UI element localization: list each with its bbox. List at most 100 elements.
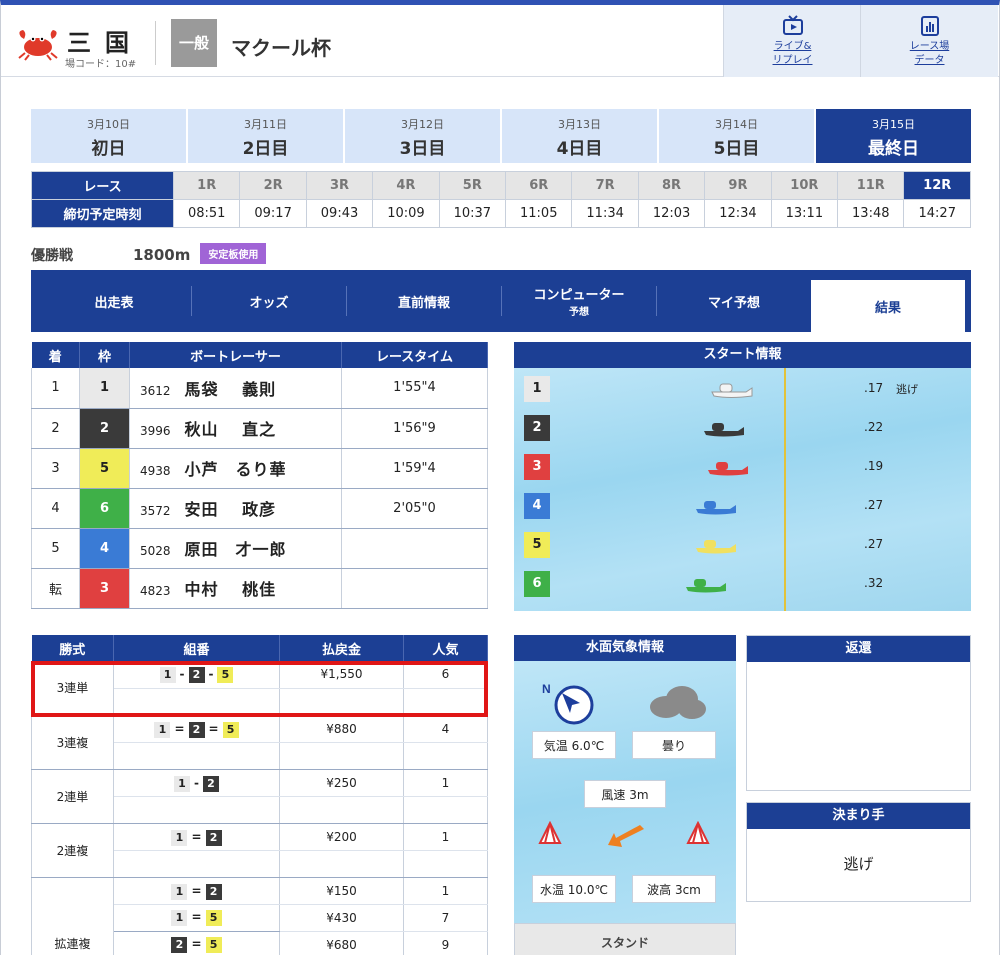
- deadline-time: 13:11: [770, 199, 839, 228]
- day-name: 4日目: [556, 139, 603, 159]
- col-racer: ボートレーサー: [129, 342, 342, 368]
- day-date: 3月15日: [872, 118, 915, 131]
- race-tab-9r[interactable]: 9R: [704, 171, 772, 200]
- tab-entry-list[interactable]: 出走表: [37, 286, 192, 316]
- start-row: 2 .22: [514, 409, 971, 447]
- boat-icon: [711, 383, 753, 398]
- popularity: 4: [403, 715, 488, 743]
- combination: 1 = 2: [113, 877, 280, 905]
- deadline-time: 10:09: [372, 199, 440, 228]
- tab-my-prediction[interactable]: マイ予想: [657, 286, 811, 316]
- combination: 2 = 5: [113, 931, 280, 955]
- popularity: 1: [403, 769, 488, 797]
- stadium-data-button[interactable]: レース場 データ: [860, 5, 998, 77]
- deadline-time: 10:37: [438, 199, 507, 228]
- day-tab-3[interactable]: 3月12日 3日目: [345, 109, 500, 163]
- live-replay-button[interactable]: ライブ& リプレイ: [723, 5, 861, 77]
- waku-number: 1: [79, 368, 130, 409]
- race-info: 優勝戦 1800m 安定板使用: [31, 243, 267, 265]
- tab-computer-prediction[interactable]: コンピューター 予想: [502, 286, 657, 318]
- combo-boat: 2: [205, 829, 222, 846]
- race-nav-tabs: 出走表 オッズ 直前情報 コンピューター 予想 マイ予想 結果: [31, 270, 971, 332]
- race-tab-4r[interactable]: 4R: [372, 171, 440, 200]
- combo-op: =: [191, 909, 202, 924]
- day-tab-2[interactable]: 3月11日 2日目: [188, 109, 343, 163]
- combo-op: =: [191, 936, 202, 951]
- tab-label: マイ予想: [707, 295, 760, 311]
- day-name: 5日目: [713, 139, 760, 159]
- bet-type: 2連単: [31, 769, 114, 824]
- payout-amount: ¥250: [279, 769, 404, 797]
- col-bet-type: 勝式: [31, 635, 114, 661]
- waku-number: 4: [79, 528, 130, 569]
- racer[interactable]: 4823 中村 桃佳: [129, 568, 342, 609]
- stadium-data-label-2: データ: [914, 55, 945, 66]
- waku-number: 3: [79, 568, 130, 609]
- race-tab-3r[interactable]: 3R: [305, 171, 374, 200]
- kimarite-title: 決まり手: [747, 803, 970, 829]
- racer[interactable]: 4938 小芦 るり華: [129, 448, 342, 489]
- weather-condition: 曇り: [632, 731, 716, 759]
- combo-boat: 5: [222, 721, 239, 738]
- race-row-label: レース: [31, 171, 174, 200]
- racer-reg: 3572: [140, 504, 171, 518]
- combo-op: =: [191, 829, 202, 844]
- day-name: 2日目: [242, 139, 289, 159]
- race-time: 1'55"4: [341, 368, 488, 409]
- bet-type: 3連複: [31, 715, 114, 770]
- racer[interactable]: 3996 秋山 直之: [129, 408, 342, 449]
- refund-title: 返還: [747, 636, 970, 662]
- race-tab-6r[interactable]: 6R: [505, 171, 573, 200]
- start-timing: .27: [864, 498, 884, 512]
- race-schedule-table: レース 1R 2R 3R 4R 5R 6R 7R 8R 9R 10R 11R 1…: [31, 171, 971, 228]
- race-tab-8r[interactable]: 8R: [637, 171, 706, 200]
- day-name: 初日: [91, 139, 126, 159]
- race-tab-10r[interactable]: 10R: [770, 171, 839, 200]
- tab-odds[interactable]: オッズ: [192, 286, 347, 316]
- table-row: 2連複 1 = 2 ¥200 1: [31, 823, 488, 878]
- day-tab-5[interactable]: 3月14日 5日目: [659, 109, 814, 163]
- day-date: 3月10日: [87, 118, 130, 131]
- race-time: [341, 528, 488, 569]
- deadline-time: 09:43: [305, 199, 374, 228]
- combination: 1 = 5: [113, 904, 280, 932]
- day-tab-6-selected[interactable]: 3月15日 最終日: [816, 109, 971, 163]
- water-surface: 1 .17 逃げ 2 .22 3 .19 4 .27 5 .27 6 .32: [514, 368, 971, 611]
- race-name: 優勝戦: [31, 248, 73, 264]
- race-tab-5r[interactable]: 5R: [438, 171, 507, 200]
- racer-reg: 4938: [140, 464, 171, 478]
- wind-sock-icon: [538, 821, 562, 844]
- start-kimarite: 逃げ: [896, 383, 918, 396]
- race-tab-11r[interactable]: 11R: [837, 171, 905, 200]
- race-tab-12r-selected[interactable]: 12R: [903, 171, 971, 200]
- race-tab-7r[interactable]: 7R: [571, 171, 639, 200]
- race-tab-2r[interactable]: 2R: [239, 171, 307, 200]
- col-waku: 枠: [79, 342, 130, 368]
- racer[interactable]: 5028 原田 才一郎: [129, 528, 342, 569]
- day-tab-4[interactable]: 3月13日 4日目: [502, 109, 657, 163]
- table-row: 2連単 1-2 ¥250 1: [31, 769, 488, 824]
- day-tab-1[interactable]: 3月10日初日: [31, 109, 186, 163]
- racer[interactable]: 3572 安田 政彦: [129, 488, 342, 529]
- racer-name: 原田 才一郎: [184, 540, 287, 559]
- tab-pre-race-info[interactable]: 直前情報: [347, 286, 502, 316]
- tab-result-selected[interactable]: 結果: [811, 280, 965, 332]
- start-timing: .32: [864, 576, 884, 590]
- combination: 1 = 2: [113, 823, 280, 851]
- venue-name: 三国: [67, 29, 143, 57]
- waku-number: 4: [524, 493, 550, 519]
- racer[interactable]: 3612 馬袋 義則: [129, 368, 342, 409]
- day-date: 3月12日: [401, 118, 444, 131]
- tab-sublabel: 予想: [569, 307, 589, 318]
- rank: 5: [31, 528, 80, 569]
- deadline-time: 12:34: [704, 199, 772, 228]
- combo-boat: 1: [171, 829, 188, 846]
- col-popularity: 人気: [403, 635, 488, 661]
- race-tab-1r[interactable]: 1R: [172, 171, 241, 200]
- combo-op: =: [208, 721, 219, 736]
- racer-reg: 3612: [140, 383, 171, 398]
- racer-name: 秋山 直之: [184, 420, 277, 439]
- weather-water: N 気温 6.0℃ 曇り 風速 3m 水温 10.0℃ 波高 3cm: [514, 661, 736, 923]
- boat-icon: [696, 501, 736, 515]
- boat-icon: [704, 423, 744, 437]
